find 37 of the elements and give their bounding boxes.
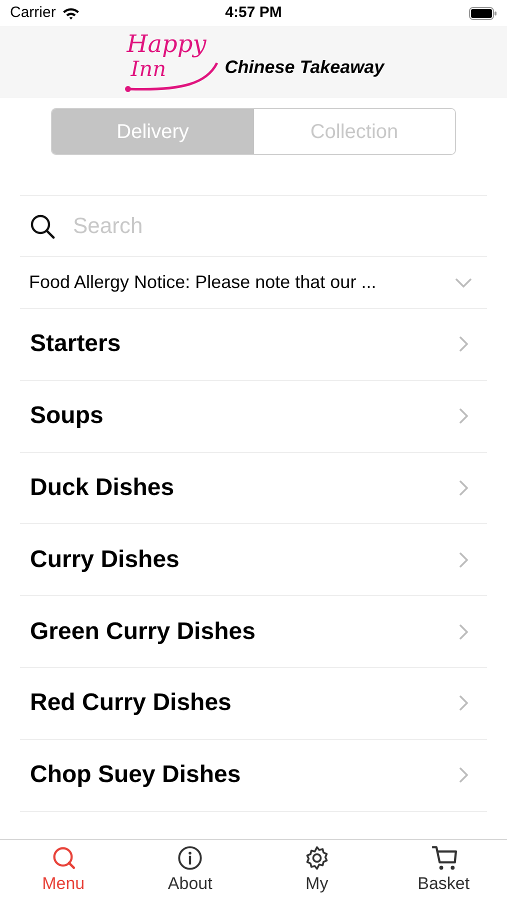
chevron-right-icon (459, 695, 468, 712)
category-row[interactable]: Curry Dishes (20, 524, 487, 596)
category-row[interactable]: Red Curry Dishes (20, 668, 487, 740)
tab-bar-item[interactable]: Basket (380, 840, 507, 900)
chevron-right-icon (459, 480, 468, 496)
battery-icon (469, 6, 497, 20)
clock-time: 4:57 PM (225, 2, 282, 23)
category-label: Red Curry Dishes (30, 688, 232, 718)
chevron-right-icon (459, 767, 468, 784)
chevron-right-icon (459, 408, 468, 424)
info-icon (177, 845, 204, 871)
carrier-label: Carrier (10, 2, 56, 23)
notice-row[interactable]: Food Allergy Notice: Please note that our ... (20, 257, 487, 309)
tab-bar-item[interactable]: About (126, 840, 254, 900)
cart-icon (430, 845, 457, 871)
notice-text: Food Allergy Notice: Please note that our ... (29, 271, 376, 294)
category-row[interactable]: Starters (20, 309, 487, 381)
chevron-right-icon (459, 552, 468, 568)
search-icon (30, 214, 55, 238)
subtitle-text: Chinese Takeaway (224, 56, 384, 79)
category-label: Chop Suey Dishes (30, 760, 241, 790)
tab-bar-item[interactable]: Menu (0, 840, 127, 900)
category-row[interactable]: Chop Suey Dishes (20, 740, 487, 812)
settings-icon (304, 845, 330, 871)
category-label: Green Curry Dishes (30, 616, 256, 647)
category-label: Curry Dishes (30, 544, 180, 575)
logo-drawing: Happy Inn (122, 29, 223, 95)
category-label: Starters (30, 329, 121, 360)
category-label: Soups (30, 401, 104, 432)
category-row[interactable]: Soups (20, 380, 487, 453)
category-label: Duck Dishes (30, 472, 174, 503)
wifi-icon (62, 6, 80, 20)
chevron-right-icon (459, 624, 468, 640)
category-row[interactable]: Green Curry Dishes (20, 596, 487, 668)
chevron-right-icon (459, 336, 468, 352)
tab-bar-item[interactable]: My (254, 840, 380, 900)
category-row[interactable]: Duck Dishes (20, 452, 487, 524)
